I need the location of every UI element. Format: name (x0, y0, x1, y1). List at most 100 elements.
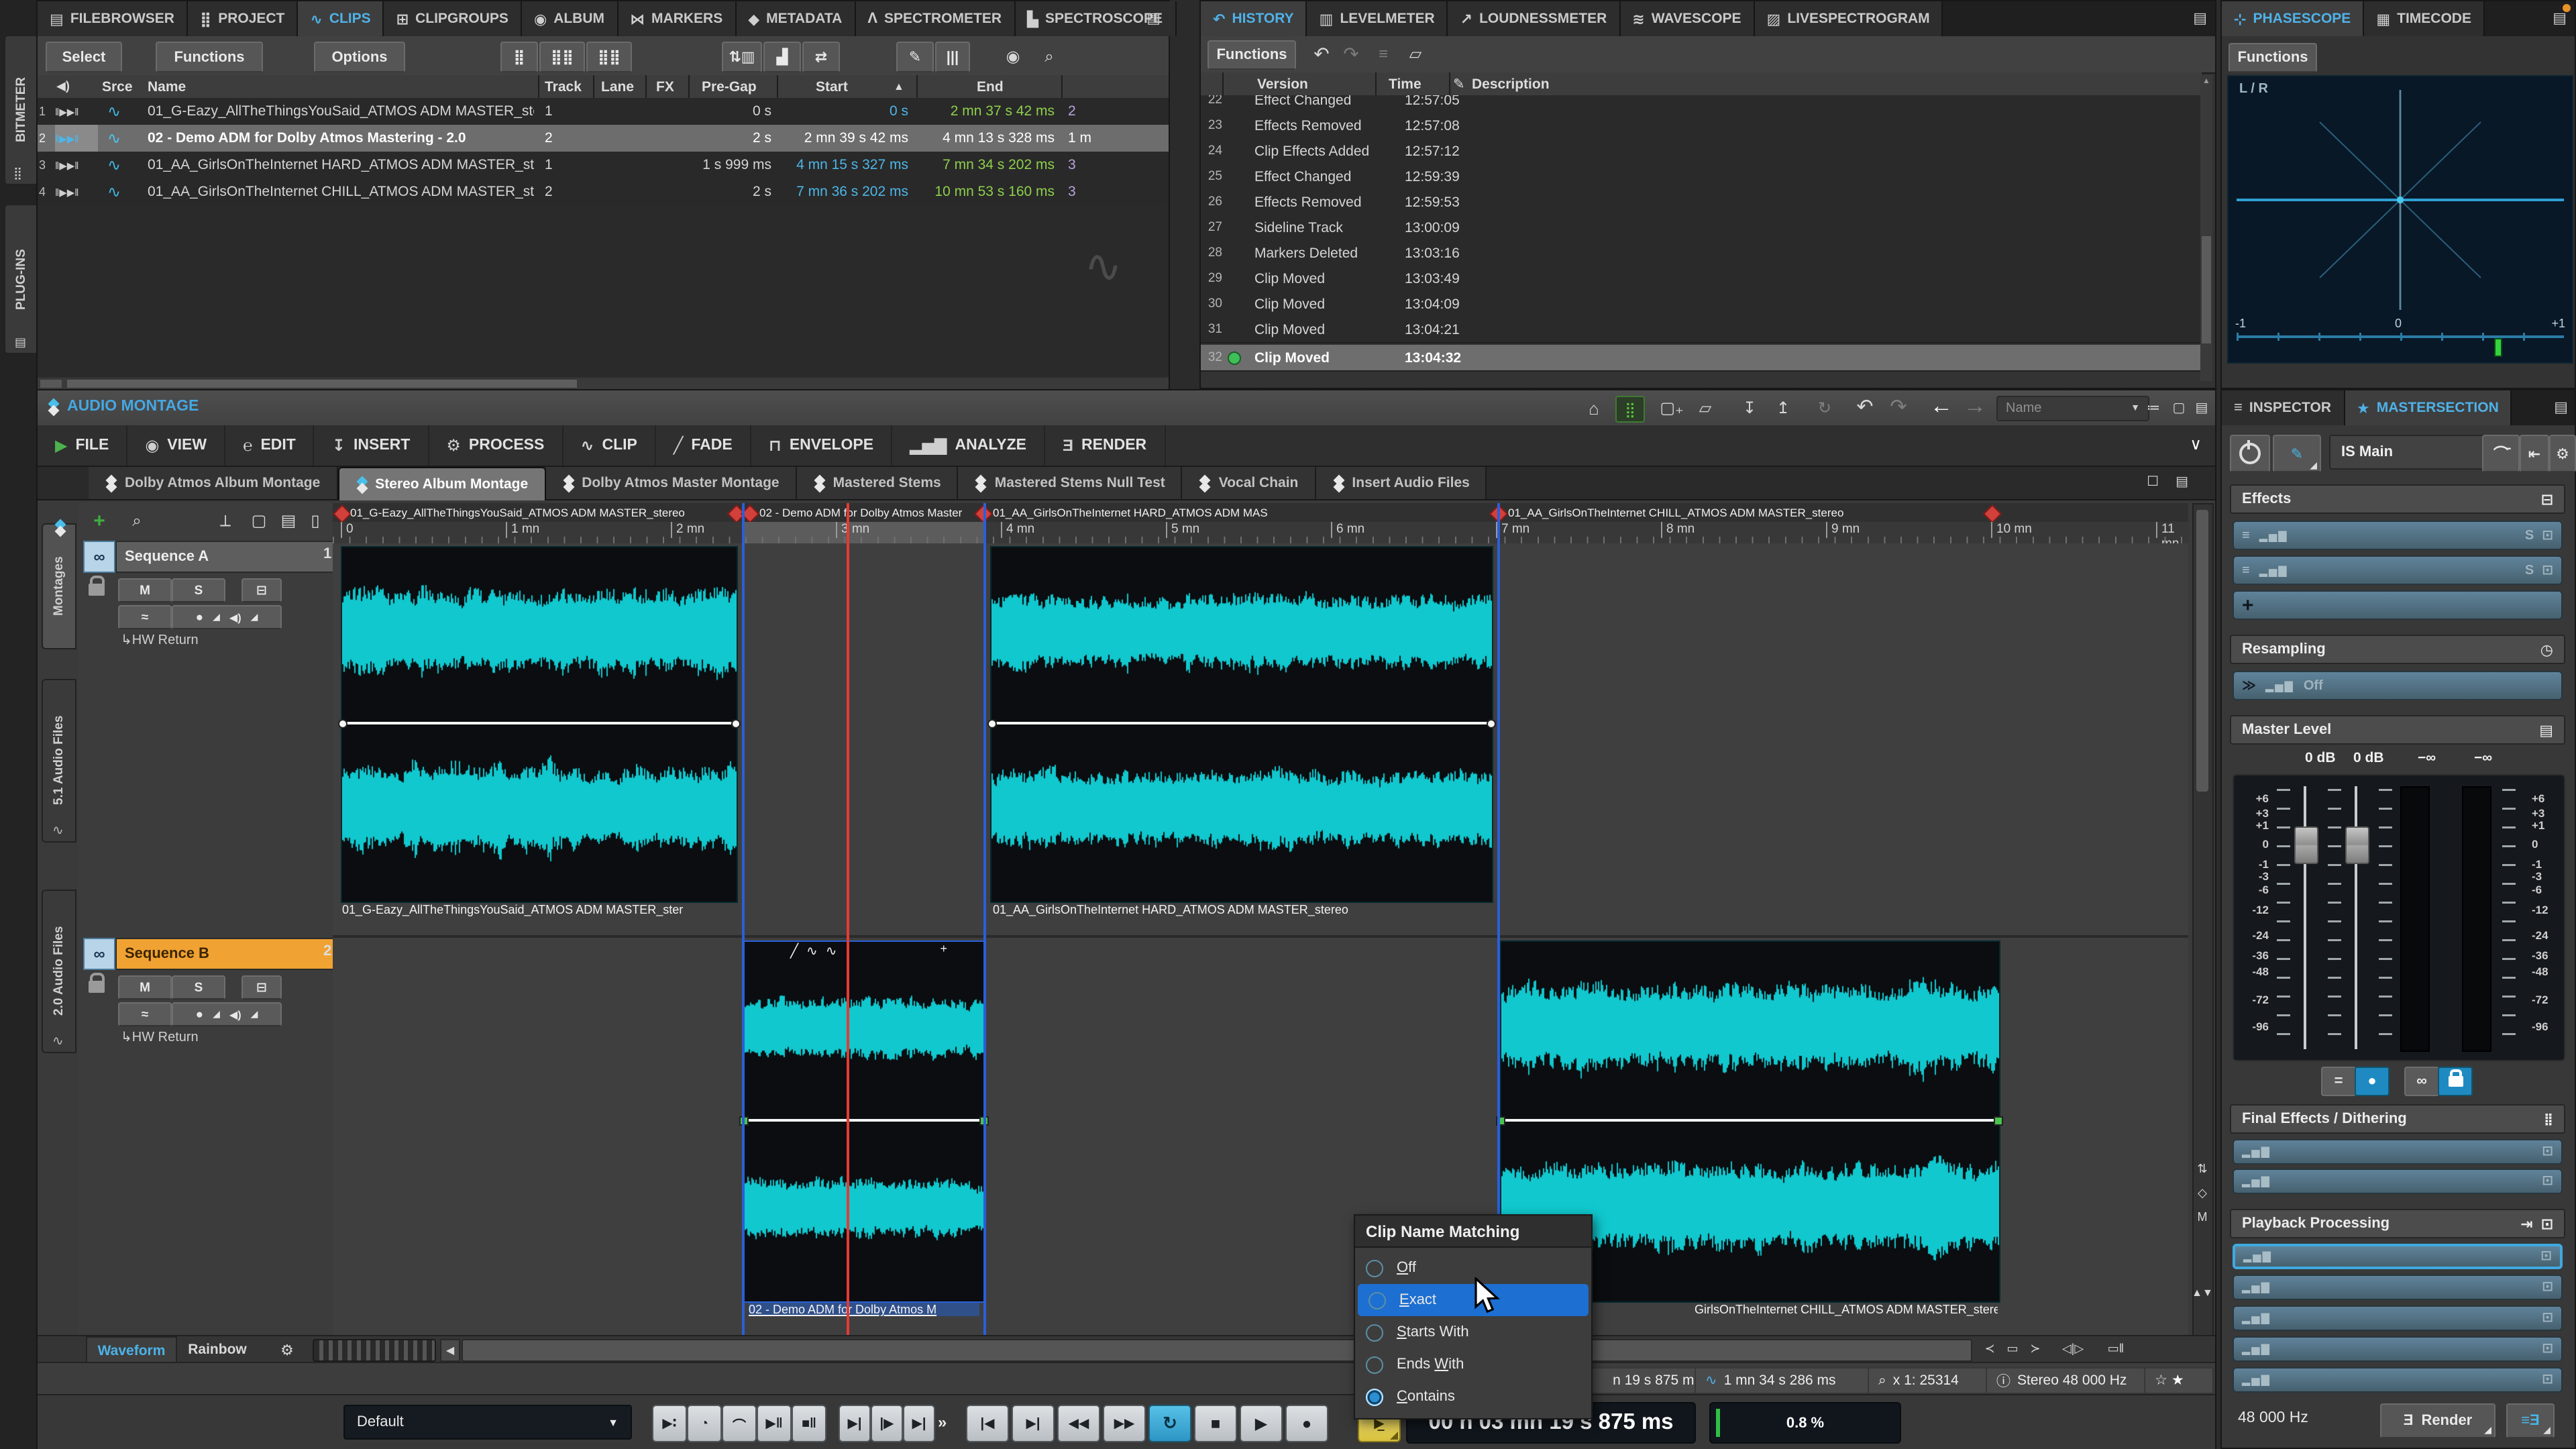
track1-shuffle-button[interactable]: ≈ (118, 605, 172, 629)
add-version-icon[interactable]: ≡ (1370, 42, 1397, 66)
pre-roll-button[interactable]: ◔ (687, 1405, 722, 1442)
final-effect-slot-2[interactable]: ▂▅▇⊡ (2233, 1169, 2563, 1194)
track1-lock-icon[interactable] (89, 584, 105, 596)
history-vscrollbar[interactable]: ▲ (2200, 75, 2212, 381)
resampling-section-header[interactable]: Resampling◷ (2230, 635, 2565, 664)
zoom-preset-icon[interactable]: ▭‖ (2101, 1339, 2131, 1359)
forward-button[interactable]: ▶▶ (1103, 1405, 1146, 1442)
col-start[interactable]: Start (816, 75, 869, 98)
clips-options-button[interactable]: Options (314, 42, 405, 72)
play-button[interactable]: ▶ (1240, 1405, 1283, 1442)
tab-rainbow[interactable]: Rainbow (177, 1336, 258, 1362)
playback-slot-3[interactable]: ▂▅▇⊡ (2233, 1305, 2563, 1331)
track2-shuffle-button[interactable]: ≈ (118, 1002, 172, 1026)
undo-icon[interactable]: ↶ (1308, 42, 1335, 66)
stop-button[interactable]: ■ (1194, 1405, 1237, 1442)
transport-more-icon[interactable]: » (938, 1413, 947, 1432)
tab-metadata[interactable]: ◆METADATA (736, 1, 855, 36)
track2-monitor-buttons[interactable]: ●◢◀)◢ (172, 1002, 282, 1026)
tab-levelmeter[interactable]: ▥LEVELMETER (1307, 1, 1448, 36)
meter-reset-button[interactable]: ⌒̄ (2482, 435, 2520, 472)
track2-solo-button[interactable]: S (172, 975, 225, 1000)
view-settings-gear-icon[interactable]: ⚙ (276, 1339, 298, 1360)
audio-format[interactable]: ⓘStereo 48 000 Hz (1986, 1367, 2159, 1394)
clip-marker[interactable] (333, 504, 352, 523)
history-row-selected[interactable]: 32Clip Moved13:04:32 (1201, 345, 2202, 372)
scroll-bottom-icon[interactable]: ▲▼ (2195, 1283, 2210, 1301)
col-pregap[interactable]: Pre-Gap (702, 75, 771, 98)
nav-forward-icon[interactable]: → (1960, 393, 1990, 420)
menu-fade[interactable]: ╱FADE (656, 425, 751, 466)
master-bypass-paint-button[interactable]: ✎◢ (2273, 435, 2321, 472)
revert-icon[interactable]: ↻ (1811, 396, 1838, 420)
zoom-out-icon[interactable]: ≺ (1980, 1339, 1999, 1359)
col-srce[interactable]: Srce (102, 75, 142, 98)
clip-play-buttons[interactable]: ‖▶▶‖ (55, 152, 98, 178)
stop-after-button[interactable]: ■‖ (792, 1405, 826, 1442)
time-ruler[interactable]: 0 1 mn 2 mn 3 mn 4 mn 5 mn 6 mn 7 mn 8 m… (333, 522, 2188, 545)
tab-waveform[interactable]: Waveform (86, 1336, 177, 1364)
tab-livespectrogram[interactable]: ▨LIVESPECTROGRAM (1755, 1, 1943, 36)
open-icon[interactable]: ▱ (1692, 396, 1719, 420)
home-icon[interactable]: ⌂ (1580, 396, 1607, 420)
envelope-node[interactable] (338, 719, 347, 729)
col-time[interactable]: Time (1389, 72, 1442, 95)
track2-stereo-icon[interactable]: ∞ (83, 938, 115, 970)
history-row[interactable]: 25Effect Changed12:59:39 (1201, 164, 2202, 191)
magnet-icon[interactable]: ◇ (2195, 1183, 2210, 1202)
phase-panel-menu-icon[interactable]: ▤ (2553, 9, 2567, 27)
go-start-button[interactable]: |◀ (966, 1405, 1009, 1442)
reorder-clips-button[interactable]: ⇅▥ (722, 42, 762, 72)
menu-insert[interactable]: ↧INSERT (315, 425, 429, 466)
fader2-value[interactable]: 0 dB (2353, 750, 2384, 766)
envelope-node[interactable] (1994, 1116, 2003, 1126)
playback-slot-4[interactable]: ▂▅▇⊡ (2233, 1336, 2563, 1362)
clips-panel-menu-icon[interactable]: ▤ (1146, 9, 1161, 27)
edit-filter-button[interactable]: ✎ (896, 42, 934, 72)
volume-envelope[interactable] (743, 1119, 983, 1122)
collapse-left-button[interactable]: ⇤ (2520, 435, 2549, 472)
master-gear-button[interactable]: ⚙ (2549, 435, 2576, 472)
view-grid-large-button[interactable]: ⣿⣿ (586, 42, 632, 72)
doc-tab-vocal-chain[interactable]: Vocal Chain (1183, 467, 1316, 499)
transport-preset-dropdown[interactable]: Default▼ (343, 1405, 632, 1440)
redo-icon[interactable]: ↷ (1338, 42, 1364, 66)
channel-link-button[interactable]: ∞ (2404, 1067, 2439, 1096)
side-tab-51-audio-files[interactable]: 5.1 Audio Files ∿ (42, 679, 76, 843)
doc-tab-dolby-atmos-album[interactable]: Dolby Atmos Album Montage (89, 467, 337, 499)
doc-tab-dolby-atmos-master[interactable]: Dolby Atmos Master Montage (545, 467, 796, 499)
play-to-marker-button[interactable]: |▶ (871, 1405, 903, 1442)
track1-monitor-buttons[interactable]: ●◢◀)◢ (172, 605, 282, 629)
tab-wavescope[interactable]: ≋WAVESCOPE (1620, 1, 1754, 36)
track1-name-bar[interactable]: Sequence A (115, 541, 338, 573)
tab-bitmeter[interactable]: BITMETER ⣿ (4, 35, 39, 185)
record-button[interactable]: ● (1285, 1405, 1328, 1442)
history-functions-button[interactable]: Functions (1208, 40, 1296, 70)
volume-envelope[interactable] (1500, 1119, 1998, 1122)
tab-plugins[interactable]: PLUG-INS ▤ (4, 204, 39, 354)
master-fader-right[interactable] (2345, 826, 2369, 864)
tab-clips[interactable]: ∿CLIPS (298, 1, 384, 36)
doc-tab-mastered-stems-null-test[interactable]: Mastered Stems Null Test (959, 467, 1183, 499)
zoom-fit-icon[interactable]: ▭ (2002, 1339, 2023, 1359)
doc-tab-mastered-stems[interactable]: Mastered Stems (797, 467, 959, 499)
undo-icon[interactable]: ↶ (1851, 394, 1878, 419)
menu-item-contains[interactable]: Contains (1355, 1381, 1591, 1413)
tab-project[interactable]: ⣿PROJECT (188, 1, 298, 36)
play-region-button[interactable]: ▶| (903, 1405, 935, 1442)
clip-play-buttons[interactable]: ‖▶▶‖ (55, 125, 98, 152)
swap-channels-button[interactable]: ⇄ (802, 42, 840, 72)
effects-section-header[interactable]: Effects⊟ (2230, 484, 2565, 514)
play-selection-button[interactable]: ▶‖ (757, 1405, 792, 1442)
selection-length[interactable]: ∿1 mn 34 s 286 ms (1695, 1367, 1884, 1394)
montage-hscrollbar[interactable] (462, 1339, 1972, 1362)
montage-panel-menu-icon[interactable]: ▤ (2191, 396, 2212, 420)
layout-tool-icon[interactable]: ▤ (276, 510, 301, 531)
envelope-node[interactable] (731, 719, 741, 729)
doc-tab-stereo-album[interactable]: Stereo Album Montage (337, 467, 545, 500)
clip-row-1[interactable]: 1 ‖▶▶‖ ∿ 01_G-Eazy_AllTheThingsYouSaid_A… (38, 98, 1169, 126)
history-row[interactable]: 28Markers Deleted13:03:16 (1201, 240, 2202, 267)
clip-row-3[interactable]: 3 ‖▶▶‖ ∿ 01_AA_GirlsOnTheInternet HARD_A… (38, 152, 1169, 180)
tab-mastersection[interactable]: ★MASTERSECTION (2345, 390, 2512, 425)
doc-tabs-menu-icon[interactable]: ▤ (2176, 475, 2188, 490)
